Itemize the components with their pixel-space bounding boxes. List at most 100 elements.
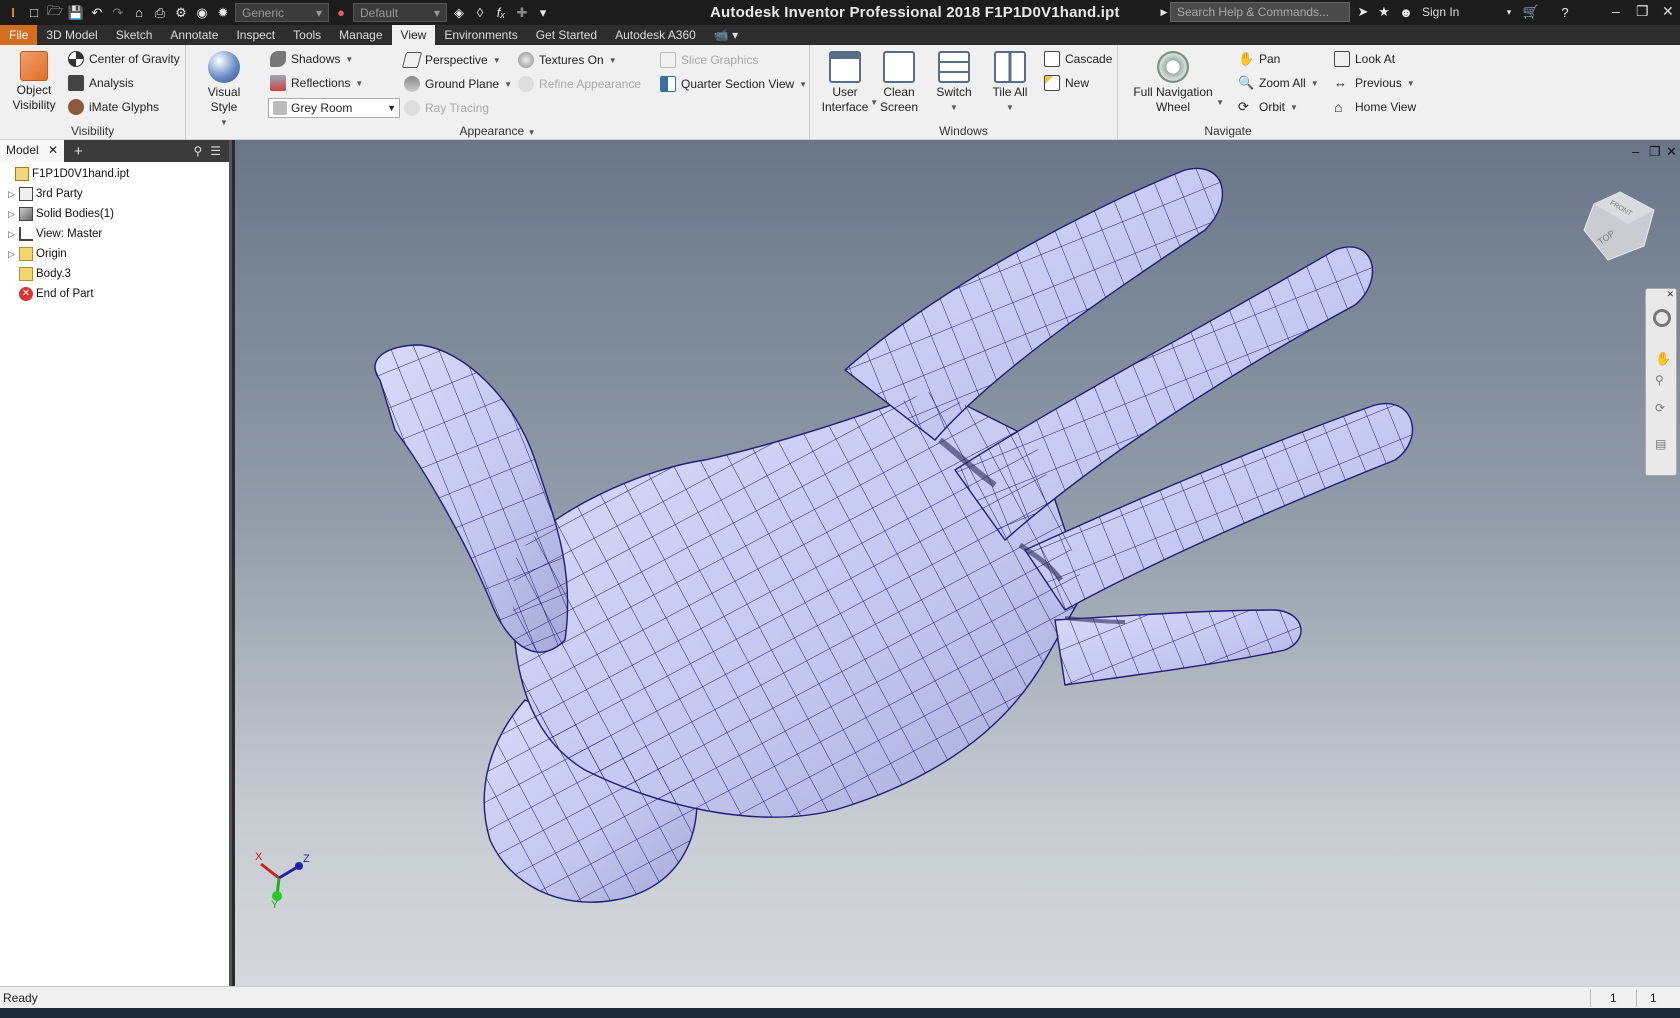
tree-item-view-master[interactable]: ▷ View: Master bbox=[0, 224, 229, 244]
tab-view[interactable]: View bbox=[391, 25, 436, 45]
expand-arrow-icon[interactable]: ▷ bbox=[8, 229, 16, 240]
clean-screen-button[interactable]: Clean Screen bbox=[876, 51, 922, 115]
print-icon[interactable]: ⎙ bbox=[151, 5, 169, 21]
home-icon[interactable]: ⌂ bbox=[130, 5, 148, 21]
graphics-viewport[interactable]: – ❐ ✕ FRONT TOP ✕ ✋ ⚲ ⟳ ▤ X Z Y bbox=[235, 140, 1680, 986]
viewcube[interactable]: FRONT TOP bbox=[1580, 188, 1660, 268]
tree-item-body3[interactable]: Body.3 bbox=[0, 264, 229, 284]
close-tab-icon[interactable]: ✕ bbox=[48, 143, 58, 159]
ground-plane-button[interactable]: Ground Plane ▼ bbox=[404, 76, 512, 92]
close-icon[interactable]: ✕ bbox=[1662, 3, 1674, 20]
tree-item-part[interactable]: F1P1D0V1hand.ipt bbox=[0, 164, 229, 184]
inventor-logo-icon[interactable]: I bbox=[4, 5, 22, 21]
restore-icon[interactable]: ❐ bbox=[1636, 3, 1649, 20]
tab-tools[interactable]: Tools bbox=[284, 25, 330, 45]
tree-item-end-of-part[interactable]: ✕ End of Part bbox=[0, 284, 229, 304]
ucs-icon[interactable]: ✚ bbox=[513, 5, 531, 21]
tab-manage[interactable]: Manage bbox=[330, 25, 391, 45]
tab-sketch[interactable]: Sketch bbox=[107, 25, 162, 45]
imate-glyphs-button[interactable]: iMate Glyphs bbox=[68, 99, 159, 115]
sign-in-link[interactable]: Sign In bbox=[1422, 5, 1459, 19]
adjust-icon[interactable]: ◈ bbox=[450, 5, 468, 21]
ray-tracing-button[interactable]: Ray Tracing bbox=[404, 100, 489, 116]
user-interface-button[interactable]: User Interface ▼ bbox=[818, 51, 878, 115]
help-search-input[interactable]: Search Help & Commands... bbox=[1170, 2, 1350, 22]
reflections-dropdown-icon[interactable]: ▼ bbox=[355, 79, 363, 88]
tab-annotate[interactable]: Annotate bbox=[161, 25, 227, 45]
material-select[interactable]: Generic ▾ bbox=[235, 3, 329, 22]
fx-parameters-icon[interactable]: fₓ bbox=[492, 5, 510, 21]
tab-autodesk-a360[interactable]: Autodesk A360 bbox=[606, 25, 705, 45]
reflections-button[interactable]: Reflections ▼ bbox=[270, 75, 363, 91]
steering-wheel-icon[interactable] bbox=[1653, 309, 1671, 327]
expand-arrow-icon[interactable]: ▷ bbox=[8, 209, 16, 220]
customize-dropdown-icon[interactable]: ▾ bbox=[534, 5, 552, 21]
orbit-dropdown-icon[interactable]: ▼ bbox=[1290, 103, 1298, 112]
navbar-close-icon[interactable]: ✕ bbox=[1666, 289, 1674, 300]
account-dropdown-icon[interactable]: ▾ bbox=[1500, 4, 1518, 20]
model-tab[interactable]: Model ✕ bbox=[0, 140, 64, 162]
cart-icon[interactable]: 🛒 bbox=[1522, 4, 1540, 20]
previous-dropdown-icon[interactable]: ▼ bbox=[1407, 79, 1415, 88]
save-icon[interactable]: 💾 bbox=[67, 5, 85, 21]
user-icon[interactable]: ☻ bbox=[1397, 4, 1415, 20]
minimize-icon[interactable]: – bbox=[1612, 3, 1620, 19]
tab-environments[interactable]: Environments bbox=[435, 25, 526, 45]
refine-appearance-button[interactable]: Refine Appearance bbox=[518, 76, 641, 92]
slice-graphics-button[interactable]: Slice Graphics bbox=[660, 52, 758, 68]
open-file-icon[interactable]: 🗁 bbox=[46, 3, 64, 21]
tab-overflow[interactable]: 📹 ▾ bbox=[705, 25, 747, 45]
look-at-button[interactable]: Look At bbox=[1334, 51, 1395, 67]
center-of-gravity-button[interactable]: Center of Gravity bbox=[68, 51, 180, 67]
full-navigation-wheel-button[interactable]: Full Navigation Wheel ▼ bbox=[1128, 51, 1224, 115]
appearance-select[interactable]: Default ▾ bbox=[353, 3, 447, 22]
appearance-ball-icon[interactable]: ● bbox=[332, 5, 350, 21]
browser-search-icon[interactable]: ⚲ bbox=[193, 144, 202, 158]
object-visibility-button[interactable]: Object Visibility bbox=[8, 51, 60, 113]
environment-select[interactable]: Grey Room ▼ bbox=[268, 98, 400, 118]
previous-view-button[interactable]: ↔ Previous ▼ bbox=[1334, 75, 1415, 91]
expand-arrow-icon[interactable]: ▷ bbox=[8, 189, 16, 200]
zoom-dropdown-icon[interactable]: ▼ bbox=[1311, 79, 1319, 88]
select-icon[interactable]: ◉ bbox=[193, 5, 211, 21]
tree-item-origin[interactable]: ▷ Origin bbox=[0, 244, 229, 264]
zoom-nav-icon[interactable]: ⚲ bbox=[1655, 373, 1664, 387]
update-icon[interactable]: ⚙ bbox=[172, 5, 190, 21]
new-window-button[interactable]: New bbox=[1044, 75, 1089, 91]
add-browser-icon[interactable]: + bbox=[74, 143, 83, 160]
appearance-panel-label[interactable]: Appearance ▼ bbox=[186, 124, 809, 138]
tab-3d-model[interactable]: 3D Model bbox=[37, 25, 106, 45]
color-wheel-icon[interactable]: ✹ bbox=[214, 5, 232, 21]
new-file-icon[interactable]: □ bbox=[25, 5, 43, 21]
browser-menu-icon[interactable]: ☰ bbox=[210, 144, 221, 158]
search-tools-icon[interactable]: ➤ bbox=[1354, 4, 1372, 20]
expand-arrow-icon[interactable]: ▷ bbox=[8, 249, 16, 260]
tab-file[interactable]: File bbox=[0, 25, 38, 45]
tab-inspect[interactable]: Inspect bbox=[227, 25, 284, 45]
orbit-nav-icon[interactable]: ⟳ bbox=[1655, 401, 1665, 415]
orbit-button[interactable]: ⟳ Orbit ▼ bbox=[1238, 99, 1298, 115]
shadows-button[interactable]: Shadows ▼ bbox=[270, 51, 353, 67]
zoom-all-button[interactable]: 🔍 Zoom All ▼ bbox=[1238, 75, 1319, 91]
tile-all-button[interactable]: Tile All ▼ bbox=[988, 51, 1032, 115]
pan-nav-icon[interactable]: ✋ bbox=[1655, 351, 1671, 367]
look-at-nav-icon[interactable]: ▤ bbox=[1655, 437, 1666, 451]
switch-button[interactable]: Switch ▼ bbox=[932, 51, 976, 115]
perspective-button[interactable]: Perspective ▼ bbox=[401, 52, 501, 68]
visual-style-button[interactable]: Visual Style ▼ bbox=[194, 51, 254, 130]
textures-on-button[interactable]: Textures On ▼ bbox=[518, 52, 617, 68]
hand-model[interactable] bbox=[235, 140, 1680, 986]
analysis-button[interactable]: Analysis bbox=[68, 75, 134, 91]
perspective-dropdown-icon[interactable]: ▼ bbox=[493, 56, 501, 65]
textures-dropdown-icon[interactable]: ▼ bbox=[609, 56, 617, 65]
quarter-section-view-button[interactable]: Quarter Section View ▼ bbox=[660, 76, 807, 92]
help-icon[interactable]: ? bbox=[1556, 4, 1574, 20]
cascade-button[interactable]: Cascade bbox=[1044, 51, 1112, 67]
favorites-star-icon[interactable]: ★ bbox=[1375, 4, 1393, 20]
tree-item-3rd-party[interactable]: ▷ 3rd Party bbox=[0, 184, 229, 204]
home-view-button[interactable]: ⌂ Home View bbox=[1334, 99, 1416, 115]
clear-override-icon[interactable]: ◊ bbox=[471, 5, 489, 21]
tab-get-started[interactable]: Get Started bbox=[527, 25, 606, 45]
pan-button[interactable]: ✋ Pan bbox=[1238, 51, 1280, 67]
tree-item-solid-bodies[interactable]: ▷ Solid Bodies(1) bbox=[0, 204, 229, 224]
